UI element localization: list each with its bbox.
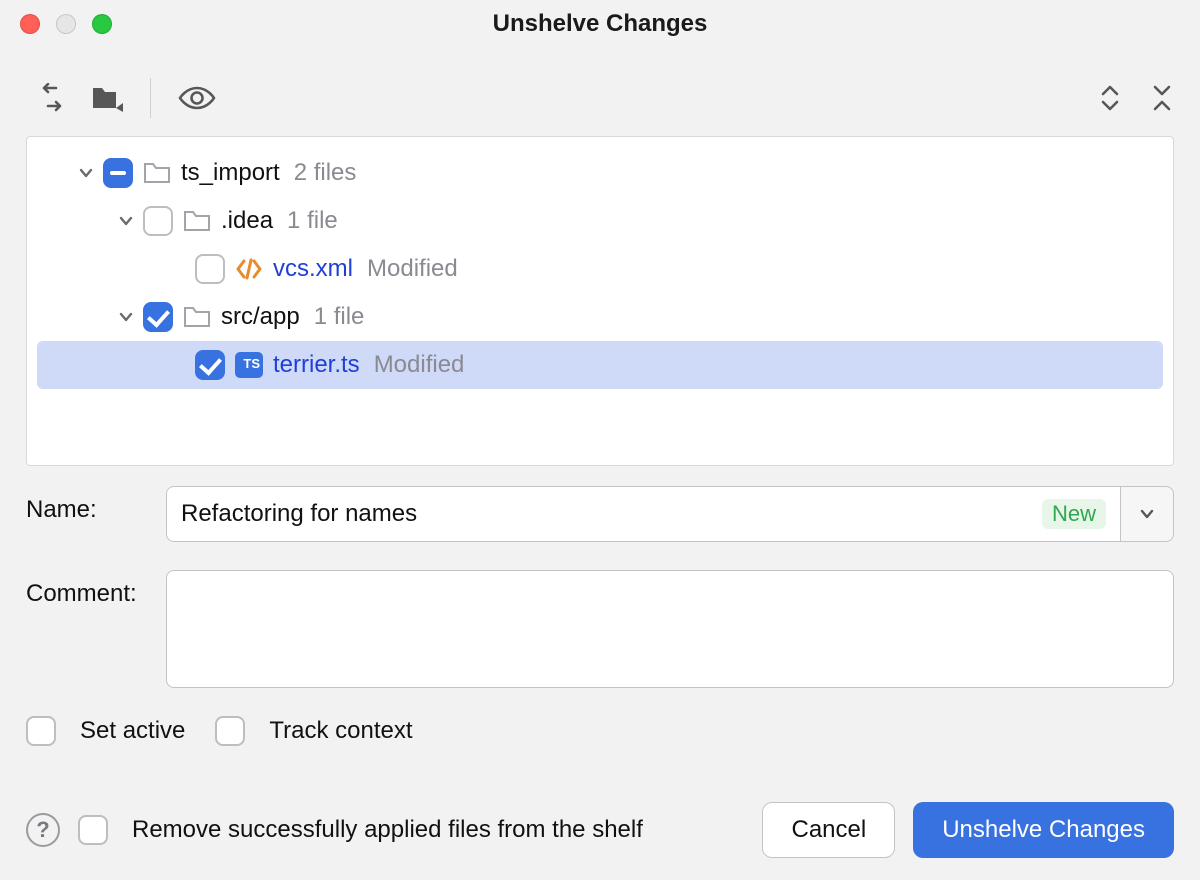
collapse-all-icon[interactable] (1150, 83, 1174, 113)
tree-status: Modified (367, 255, 458, 283)
tree-label: vcs.xml (273, 255, 353, 283)
form: Name: Refactoring for names New Comment: (0, 486, 1200, 688)
window-title: Unshelve Changes (0, 10, 1200, 38)
checkbox-vcsxml[interactable] (195, 254, 225, 284)
window-zoom-button[interactable] (92, 14, 112, 34)
toolbar-separator (150, 78, 151, 118)
changelist-icon[interactable] (90, 83, 124, 113)
folder-icon (183, 209, 211, 233)
help-button[interactable]: ? (26, 813, 60, 847)
tree-label: ts_import (181, 159, 280, 187)
tree-row-root[interactable]: ts_import 2 files (27, 149, 1173, 197)
tree-meta: 1 file (314, 303, 365, 331)
track-context-option[interactable]: Track context (215, 716, 412, 746)
name-label: Name: (26, 486, 166, 524)
cancel-button[interactable]: Cancel (762, 802, 895, 858)
dialog-footer: ? Remove successfully applied files from… (0, 802, 1200, 858)
set-active-option[interactable]: Set active (26, 716, 185, 746)
tree-row-vcsxml[interactable]: vcs.xml Modified (27, 245, 1173, 293)
tree-meta: 1 file (287, 207, 338, 235)
remove-applied-option[interactable]: Remove successfully applied files from t… (78, 815, 643, 845)
typescript-file-icon: TS (235, 352, 263, 378)
remove-applied-label: Remove successfully applied files from t… (132, 816, 643, 844)
changes-tree[interactable]: ts_import 2 files .idea 1 file vcs.xml M… (26, 136, 1174, 466)
chevron-down-icon[interactable] (115, 210, 137, 232)
unshelve-changes-button[interactable]: Unshelve Changes (913, 802, 1174, 858)
window-minimize-button[interactable] (56, 14, 76, 34)
unshelve-arrows-icon[interactable] (36, 83, 70, 113)
checkbox-root[interactable] (103, 158, 133, 188)
tree-label: .idea (221, 207, 273, 235)
checkbox-remove-applied[interactable] (78, 815, 108, 845)
preview-diff-icon[interactable] (177, 83, 217, 113)
comment-field[interactable] (166, 570, 1174, 688)
checkbox-track-context[interactable] (215, 716, 245, 746)
name-value: Refactoring for names (181, 500, 1032, 528)
toolbar (0, 48, 1200, 136)
tree-row-terrier[interactable]: TS terrier.ts Modified (37, 341, 1163, 389)
checkbox-set-active[interactable] (26, 716, 56, 746)
tree-row-idea[interactable]: .idea 1 file (27, 197, 1173, 245)
tree-meta: 2 files (294, 159, 357, 187)
window-close-button[interactable] (20, 14, 40, 34)
xml-file-icon (235, 258, 263, 280)
comment-label: Comment: (26, 570, 166, 608)
checkbox-srcapp[interactable] (143, 302, 173, 332)
tree-label: terrier.ts (273, 351, 360, 379)
track-context-label: Track context (269, 717, 412, 745)
checkbox-idea[interactable] (143, 206, 173, 236)
options-row: Set active Track context (0, 716, 1200, 746)
name-row: Name: Refactoring for names New (26, 486, 1174, 542)
expand-all-icon[interactable] (1098, 83, 1122, 113)
checkbox-terrier[interactable] (195, 350, 225, 380)
new-badge: New (1042, 499, 1106, 529)
tree-row-srcapp[interactable]: src/app 1 file (27, 293, 1173, 341)
window-controls (20, 14, 112, 34)
title-bar: Unshelve Changes (0, 0, 1200, 48)
tree-label: src/app (221, 303, 300, 331)
chevron-down-icon[interactable] (115, 306, 137, 328)
tree-status: Modified (374, 351, 465, 379)
name-dropdown-button[interactable] (1120, 486, 1174, 542)
chevron-down-icon[interactable] (75, 162, 97, 184)
name-field[interactable]: Refactoring for names New (166, 486, 1120, 542)
folder-icon (183, 305, 211, 329)
comment-row: Comment: (26, 570, 1174, 688)
folder-icon (143, 161, 171, 185)
set-active-label: Set active (80, 717, 185, 745)
